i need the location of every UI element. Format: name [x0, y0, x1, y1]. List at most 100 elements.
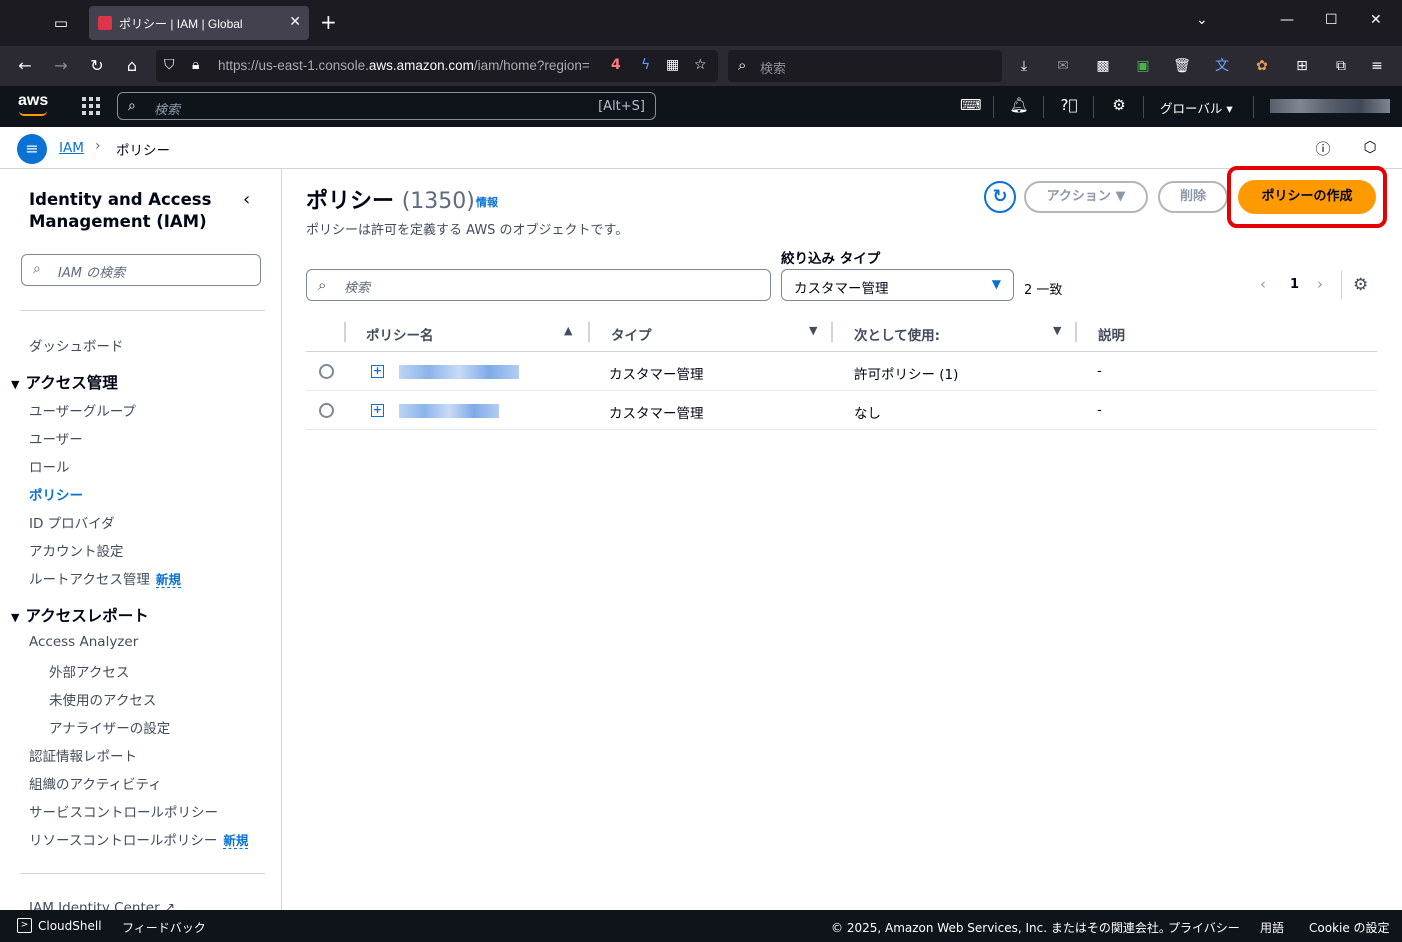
- bookmark-star-icon[interactable]: ☆: [694, 57, 707, 73]
- info-panel-icon[interactable]: ⓘ: [1313, 138, 1333, 158]
- back-icon[interactable]: ←: [14, 55, 36, 77]
- notifications-bell-icon[interactable]: 🔔︎: [1009, 96, 1029, 114]
- qr-icon[interactable]: ▦: [666, 57, 679, 73]
- redacted-policy-name[interactable]: [399, 403, 499, 418]
- tab-overflow-icon[interactable]: ⌄: [1196, 12, 1208, 28]
- maximize-icon[interactable]: ☐: [1325, 12, 1338, 28]
- footer-terms[interactable]: 用語: [1260, 919, 1284, 936]
- sidebar-item-scp[interactable]: サービスコントロールポリシー: [29, 801, 218, 821]
- aws-logo[interactable]: aws: [18, 92, 48, 116]
- aws-search-input[interactable]: ⌕ 検索 [Alt+S]: [117, 92, 656, 120]
- sidebar-item-policies[interactable]: ポリシー: [29, 484, 83, 504]
- translate-icon[interactable]: 文: [1212, 56, 1232, 76]
- lightning-icon[interactable]: ϟ: [641, 57, 650, 73]
- window-close-icon[interactable]: ✕: [1370, 12, 1382, 28]
- extension-badge-icon[interactable]: 4: [611, 57, 621, 73]
- col-type[interactable]: タイプ ▼: [593, 314, 835, 352]
- col-used-as[interactable]: 次として使用: ▼: [835, 314, 1079, 352]
- search-icon: ⌕: [128, 98, 136, 114]
- settings-gear-icon[interactable]: ⚙: [1109, 96, 1129, 114]
- sidebar-item-external-access[interactable]: 外部アクセス: [49, 661, 129, 681]
- url-text[interactable]: https://us-east-1.console.aws.amazon.com…: [218, 58, 598, 73]
- reload-icon[interactable]: ↻: [86, 55, 108, 77]
- hamburger-menu-icon[interactable]: ≡: [1367, 56, 1387, 76]
- region-selector[interactable]: グローバル ▾: [1160, 98, 1233, 117]
- footer-privacy[interactable]: プライバシー: [1168, 919, 1240, 936]
- sidebar-item-users[interactable]: ユーザー: [29, 428, 83, 448]
- url-bar[interactable]: ⛉ 🔒︎ https://us-east-1.console.aws.amazo…: [156, 50, 718, 82]
- tab-close-icon[interactable]: ✕: [289, 14, 301, 30]
- collapse-sidebar-icon[interactable]: ‹: [243, 189, 250, 210]
- section-access-reports[interactable]: ▼ アクセスレポート: [11, 604, 149, 626]
- page-number[interactable]: 1: [1290, 277, 1299, 292]
- row-radio[interactable]: [319, 363, 334, 379]
- extensions-grid-icon[interactable]: ⊞: [1292, 56, 1312, 76]
- expand-icon[interactable]: +: [371, 364, 384, 378]
- filter-type-select[interactable]: カスタマー管理 ▼: [781, 269, 1014, 301]
- puzzle-icon[interactable]: ⧉: [1331, 56, 1351, 76]
- account-menu-redacted[interactable]: [1270, 99, 1390, 113]
- sidebar-item-identity-providers[interactable]: ID プロバイダ: [29, 512, 115, 532]
- table-preferences-gear-icon[interactable]: ⚙: [1353, 275, 1368, 295]
- extension-green-icon[interactable]: ▣: [1133, 56, 1153, 76]
- minimize-icon[interactable]: —: [1280, 12, 1294, 28]
- sidebar-item-root-access[interactable]: ルートアクセス管理 新規: [29, 568, 181, 588]
- next-page-icon[interactable]: ›: [1317, 275, 1323, 293]
- sidebar-item-org-activity[interactable]: 組織のアクティビティ: [29, 773, 162, 793]
- expand-icon[interactable]: +: [371, 403, 384, 417]
- col-policy-name[interactable]: ポリシー名 ▲: [346, 314, 593, 352]
- refresh-button[interactable]: ↻: [984, 181, 1016, 213]
- cell-type: カスタマー管理: [609, 405, 704, 422]
- footer-cookie[interactable]: Cookie の設定: [1309, 919, 1390, 936]
- tab-list-icon[interactable]: ▭: [50, 12, 72, 34]
- shield-icon[interactable]: ⛉: [164, 57, 175, 73]
- section-access-management[interactable]: ▼ アクセス管理: [11, 371, 118, 393]
- breadcrumb-iam[interactable]: IAM: [59, 140, 84, 156]
- sidebar-item-dashboard[interactable]: ダッシュボード: [29, 335, 124, 355]
- extension-pattern-icon[interactable]: ▩: [1093, 56, 1113, 76]
- browser-tab[interactable]: ポリシー | IAM | Global ✕: [89, 6, 309, 40]
- new-badge: 新規: [155, 572, 181, 588]
- breadcrumb-bar: ≡ IAM › ポリシー ⓘ ⬡: [0, 127, 1402, 169]
- nav-menu-icon[interactable]: ≡: [17, 134, 47, 164]
- sidebar-item-credential-report[interactable]: 認証情報レポート: [29, 745, 137, 765]
- new-tab-icon[interactable]: +: [320, 10, 337, 34]
- sidebar-item-roles[interactable]: ロール: [29, 456, 70, 476]
- footer-feedback[interactable]: フィードバック: [122, 919, 206, 936]
- lock-icon[interactable]: 🔒︎: [192, 57, 199, 73]
- services-grid-icon[interactable]: [82, 97, 100, 115]
- sidebar-item-unused-access[interactable]: 未使用のアクセス: [49, 689, 156, 709]
- sidebar-item-identity-center[interactable]: IAM Identity Center ↗: [29, 900, 175, 910]
- download-icon[interactable]: ⤓: [1014, 56, 1034, 76]
- row-radio[interactable]: [319, 402, 334, 418]
- feature-hexagon-icon[interactable]: ⬡: [1360, 138, 1380, 158]
- sidebar-item-access-analyzer[interactable]: Access Analyzer: [29, 634, 138, 650]
- breadcrumb-chevron-icon: ›: [95, 138, 101, 154]
- redacted-policy-name[interactable]: [399, 364, 519, 379]
- help-icon[interactable]: ?⃝: [1059, 96, 1079, 114]
- iam-search-input[interactable]: ⌕ IAM の検索: [21, 254, 261, 286]
- sort-icon: ▼: [809, 324, 818, 337]
- table-row[interactable]: + カスタマー管理 なし -: [306, 390, 1377, 430]
- browser-search[interactable]: ⌕ 検索: [728, 50, 1002, 82]
- trash-icon[interactable]: 🗑︎: [1172, 56, 1192, 76]
- extension-puzzle-color-icon[interactable]: ✿: [1252, 56, 1272, 76]
- sidebar-item-analyzer-settings[interactable]: アナライザーの設定: [49, 717, 170, 737]
- cloudshell-icon[interactable]: >: [17, 918, 32, 933]
- forward-icon[interactable]: →: [50, 55, 72, 77]
- actions-button[interactable]: アクション ▼: [1024, 181, 1148, 213]
- sidebar-item-account-settings[interactable]: アカウント設定: [29, 540, 124, 560]
- delete-button[interactable]: 削除: [1158, 181, 1228, 213]
- footer-cloudshell[interactable]: CloudShell: [38, 919, 102, 933]
- sidebar-item-rcp[interactable]: リソースコントロールポリシー 新規: [29, 829, 249, 849]
- home-icon[interactable]: ⌂: [121, 55, 143, 77]
- sort-asc-icon: ▲: [564, 324, 573, 337]
- policy-search-input[interactable]: ⌕ 検索: [306, 269, 771, 301]
- table-row[interactable]: + カスタマー管理 許可ポリシー (1) -: [306, 351, 1377, 391]
- prev-page-icon[interactable]: ‹: [1260, 275, 1266, 293]
- mail-icon[interactable]: ✉: [1053, 56, 1073, 76]
- sidebar-item-user-groups[interactable]: ユーザーグループ: [29, 400, 136, 420]
- info-link[interactable]: 情報: [476, 194, 498, 210]
- cloudshell-icon[interactable]: ⌨: [960, 96, 982, 114]
- col-description[interactable]: 説明: [1079, 314, 1377, 352]
